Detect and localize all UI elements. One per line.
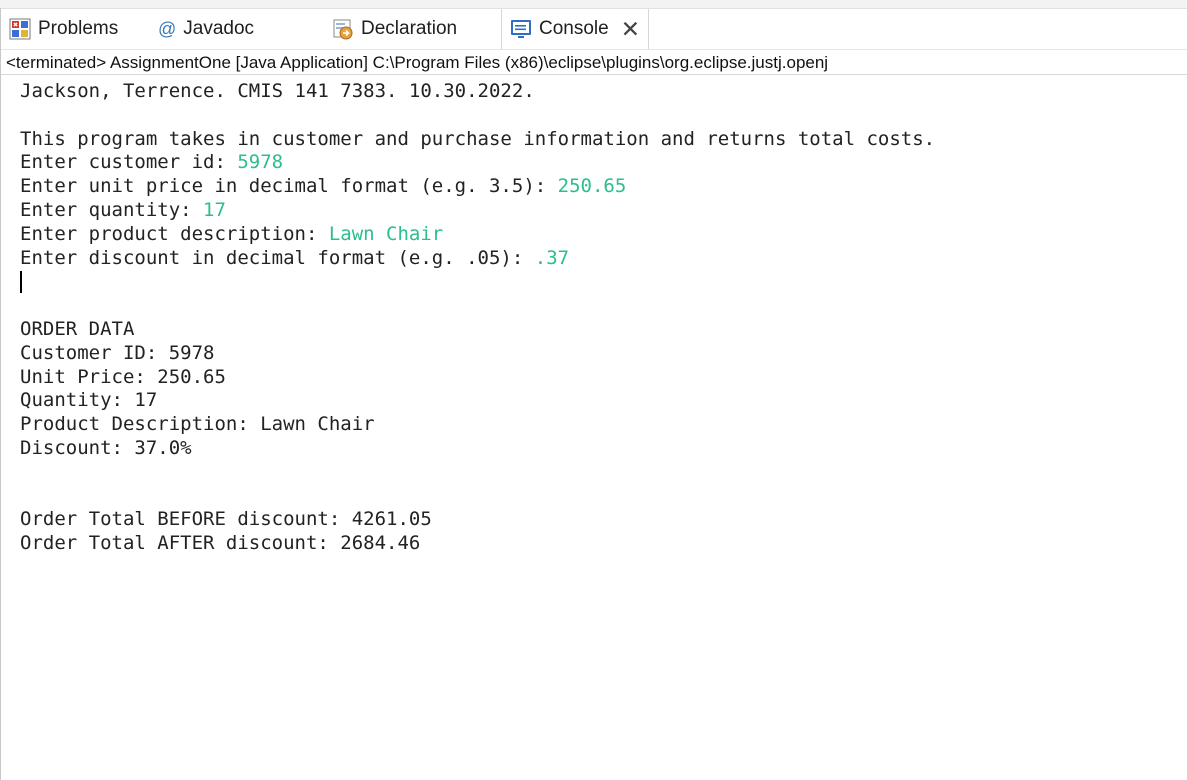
top-strip bbox=[0, 0, 1187, 9]
tab-javadoc[interactable]: @ Javadoc bbox=[158, 9, 254, 49]
order-heading: ORDER DATA bbox=[20, 317, 135, 340]
tab-problems-label: Problems bbox=[38, 18, 119, 39]
declaration-icon bbox=[332, 18, 354, 40]
tab-declaration-label: Declaration bbox=[361, 18, 458, 39]
user-input: 17 bbox=[203, 198, 226, 221]
tab-console-label: Console bbox=[539, 18, 609, 39]
tab-javadoc-label: Javadoc bbox=[183, 18, 255, 39]
tab-declaration[interactable]: Declaration bbox=[332, 9, 457, 49]
total-before-discount: Order Total BEFORE discount: 4261.05 bbox=[20, 508, 432, 531]
eclipse-console-view: Problems @ Javadoc Declaration Console ✕… bbox=[0, 0, 1187, 780]
view-tab-bar: Problems @ Javadoc Declaration Console ✕ bbox=[1, 9, 1187, 49]
prompt-line-customer-id: Enter customer id: 5978 bbox=[20, 151, 1180, 175]
user-input: 250.65 bbox=[557, 175, 627, 198]
text-caret bbox=[20, 270, 22, 293]
order-line-unit-price: Unit Price: 250.65 bbox=[20, 365, 226, 388]
tab-console[interactable]: Console ✕ bbox=[501, 9, 649, 49]
console-icon bbox=[510, 18, 532, 40]
console-header-line: Jackson, Terrence. CMIS 141 7383. 10.30.… bbox=[20, 80, 535, 102]
prompt-line-description: Enter product description: Lawn Chair bbox=[20, 223, 1180, 247]
tab-problems[interactable]: Problems bbox=[9, 9, 118, 49]
caret-line bbox=[20, 270, 1180, 294]
order-line-discount: Discount: 37.0% bbox=[20, 436, 192, 459]
prompt-line-quantity: Enter quantity: 17 bbox=[20, 199, 1180, 223]
order-line-description: Product Description: Lawn Chair bbox=[20, 413, 375, 436]
at-icon: @ bbox=[158, 18, 177, 39]
console-output[interactable]: Jackson, Terrence. CMIS 141 7383. 10.30.… bbox=[20, 80, 1180, 556]
user-input: Lawn Chair bbox=[328, 222, 444, 245]
process-status-line: <terminated> AssignmentOne [Java Applica… bbox=[1, 49, 1187, 75]
user-input: .37 bbox=[534, 246, 570, 269]
order-line-quantity: Quantity: 17 bbox=[20, 389, 158, 412]
prompt-text: Enter product description: bbox=[20, 222, 329, 245]
prompt-text: Enter quantity: bbox=[20, 198, 204, 221]
prompt-text: Enter customer id: bbox=[20, 151, 238, 174]
prompt-line-unit-price: Enter unit price in decimal format (e.g.… bbox=[20, 175, 1180, 199]
close-icon[interactable]: ✕ bbox=[621, 17, 640, 41]
intro-line: This program takes in customer and purch… bbox=[20, 127, 936, 150]
prompt-line-discount: Enter discount in decimal format (e.g. .… bbox=[20, 247, 1180, 271]
prompt-text: Enter discount in decimal format (e.g. .… bbox=[20, 246, 535, 269]
problems-icon bbox=[9, 18, 31, 40]
user-input: 5978 bbox=[237, 151, 284, 174]
total-after-discount: Order Total AFTER discount: 2684.46 bbox=[20, 532, 421, 555]
prompt-text: Enter unit price in decimal format (e.g.… bbox=[20, 175, 558, 198]
order-line-customer-id: Customer ID: 5978 bbox=[20, 341, 215, 364]
left-border bbox=[0, 8, 1, 780]
